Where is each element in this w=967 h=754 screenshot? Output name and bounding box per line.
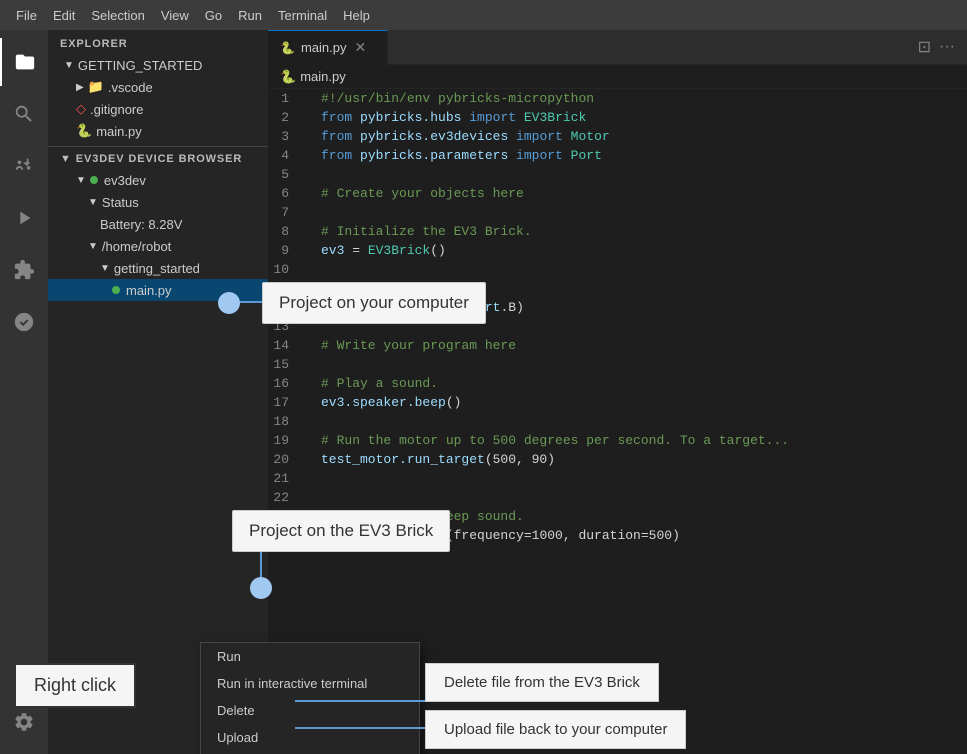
git-icon: ◇	[76, 101, 86, 117]
sidebar-vscode[interactable]: ▶ 📁 .vscode	[48, 76, 268, 98]
delete-tooltip: Delete file from the EV3 Brick	[425, 663, 659, 702]
menu-run[interactable]: Run	[230, 0, 270, 30]
main-py-ev3-label: main.py	[126, 283, 172, 298]
tab-filename: main.py	[301, 40, 347, 55]
upload-line	[295, 727, 425, 729]
tab-close-icon[interactable]: ✕	[354, 39, 366, 56]
breadcrumb-icon: 🐍	[280, 69, 296, 85]
right-click-label: Right click	[14, 663, 136, 708]
sidebar-gitignore[interactable]: ◇ .gitignore	[48, 98, 268, 120]
battery-label: Battery: 8.28V	[100, 217, 182, 232]
getting-started-label: GETTING_STARTED	[78, 58, 202, 73]
sidebar-status[interactable]: ▼ Status	[48, 191, 268, 213]
tab-python-icon: 🐍	[280, 41, 295, 55]
explorer-icon[interactable]	[0, 38, 48, 86]
breadcrumb-filename: main.py	[300, 69, 346, 84]
status-chevron-icon: ▼	[88, 197, 98, 208]
ev3dev-chevron-icon: ▼	[76, 175, 86, 186]
sidebar-getting-started-ev3[interactable]: ▼ getting_started	[48, 257, 268, 279]
extensions-icon[interactable]	[0, 246, 48, 294]
ev3-tooltip: Project on the EV3 Brick	[232, 510, 450, 552]
computer-tooltip-circle	[218, 292, 240, 314]
ev3-icon[interactable]	[0, 298, 48, 346]
sidebar-ev3dev[interactable]: ▼ ev3dev	[48, 169, 268, 191]
menu-go[interactable]: Go	[197, 0, 230, 30]
delete-line	[295, 700, 425, 702]
menu-selection[interactable]: Selection	[83, 0, 152, 30]
explorer-title: EXPLORER	[48, 30, 268, 54]
tab-main-py[interactable]: 🐍 main.py ✕	[268, 30, 388, 65]
chevron-right-icon: ▶	[76, 82, 84, 93]
main-py-ev3-dot	[112, 286, 120, 294]
getting-started-ev3-label: getting_started	[114, 261, 200, 276]
menu-terminal[interactable]: Terminal	[270, 0, 335, 30]
context-run[interactable]: Run	[201, 643, 419, 670]
upload-tooltip: Upload file back to your computer	[425, 710, 686, 749]
context-run-interactive[interactable]: Run in interactive terminal	[201, 670, 419, 697]
folder-icon: 📁	[88, 79, 104, 95]
computer-tooltip: Project on your computer	[262, 282, 486, 324]
vscode-label: .vscode	[108, 80, 153, 95]
more-actions-icon[interactable]: ···	[935, 34, 959, 60]
ev3dev-label: ev3dev	[104, 173, 146, 188]
sidebar-getting-started[interactable]: ▼ GETTING_STARTED	[48, 54, 268, 76]
menu-view[interactable]: View	[153, 0, 197, 30]
ev3dev-status-dot	[90, 176, 98, 184]
home-robot-chevron-icon: ▼	[88, 241, 98, 252]
ev3-section-title: ▼ EV3DEV DEVICE BROWSER	[48, 147, 268, 169]
main-py-label: main.py	[96, 124, 142, 139]
split-editor-icon[interactable]: ⊡	[914, 33, 935, 61]
gitignore-label: .gitignore	[90, 102, 143, 117]
status-label: Status	[102, 195, 139, 210]
python-icon: 🐍	[76, 123, 92, 139]
run-icon[interactable]	[0, 194, 48, 242]
tab-bar: 🐍 main.py ✕ ⊡ ···	[268, 30, 967, 65]
source-control-icon[interactable]	[0, 142, 48, 190]
chevron-down-icon: ▼	[64, 60, 74, 71]
breadcrumb: 🐍 main.py	[268, 65, 967, 89]
sidebar-main-py[interactable]: 🐍 main.py	[48, 120, 268, 142]
getting-started-ev3-chevron: ▼	[100, 263, 110, 274]
ev3-chevron-icon: ▼	[60, 153, 72, 165]
activity-bar	[0, 30, 48, 754]
menu-help[interactable]: Help	[335, 0, 378, 30]
context-menu: Run Run in interactive terminal Delete U…	[200, 642, 420, 754]
sidebar-home-robot[interactable]: ▼ /home/robot	[48, 235, 268, 257]
menu-bar: File Edit Selection View Go Run Terminal…	[0, 0, 967, 30]
menu-file[interactable]: File	[8, 0, 45, 30]
home-robot-label: /home/robot	[102, 239, 171, 254]
menu-edit[interactable]: Edit	[45, 0, 83, 30]
ev3-title-label: EV3DEV DEVICE BROWSER	[76, 153, 242, 165]
ev3-section: ▼ EV3DEV DEVICE BROWSER ▼ ev3dev ▼ Statu…	[48, 146, 268, 301]
tab-actions: ⊡ ···	[914, 33, 967, 61]
computer-tooltip-line	[240, 301, 262, 303]
ev3-tooltip-circle	[250, 577, 272, 599]
search-icon[interactable]	[0, 90, 48, 138]
sidebar-battery: Battery: 8.28V	[48, 213, 268, 235]
